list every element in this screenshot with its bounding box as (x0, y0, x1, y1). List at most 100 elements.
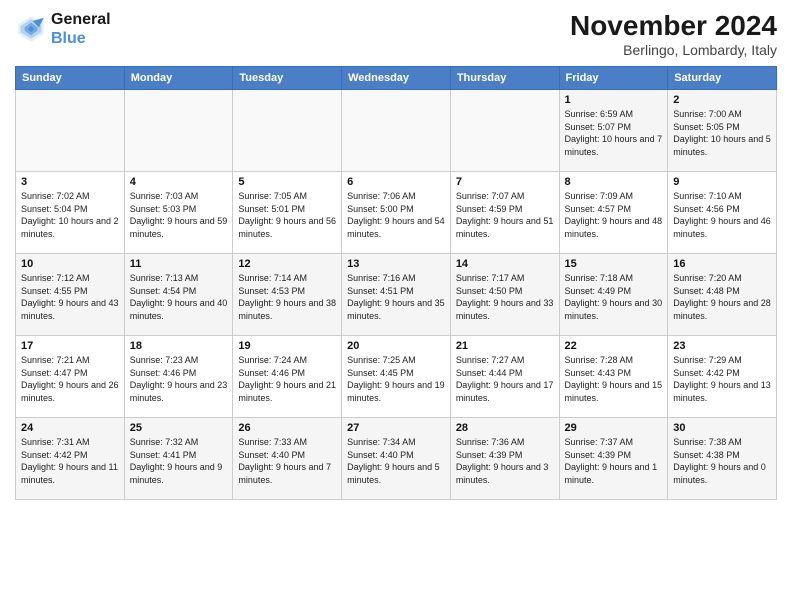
day-info: Sunrise: 7:24 AMSunset: 4:46 PMDaylight:… (238, 354, 336, 404)
day-number: 10 (21, 258, 119, 270)
day-info: Sunrise: 7:10 AMSunset: 4:56 PMDaylight:… (673, 190, 771, 240)
day-number: 25 (130, 422, 228, 434)
day-info: Sunrise: 7:18 AMSunset: 4:49 PMDaylight:… (565, 272, 663, 322)
day-info: Sunrise: 7:27 AMSunset: 4:44 PMDaylight:… (456, 354, 554, 404)
weekday-header-cell: Thursday (450, 67, 559, 90)
weekday-header-cell: Friday (559, 67, 668, 90)
day-number: 7 (456, 176, 554, 188)
calendar-day-cell (342, 90, 451, 172)
day-number: 3 (21, 176, 119, 188)
day-info: Sunrise: 7:20 AMSunset: 4:48 PMDaylight:… (673, 272, 771, 322)
day-info: Sunrise: 7:31 AMSunset: 4:42 PMDaylight:… (21, 436, 119, 486)
weekday-header-cell: Sunday (16, 67, 125, 90)
day-number: 15 (565, 258, 663, 270)
day-info: Sunrise: 7:32 AMSunset: 4:41 PMDaylight:… (130, 436, 228, 486)
day-number: 24 (21, 422, 119, 434)
header: General Blue November 2024 Berlingo, Lom… (15, 10, 777, 58)
day-number: 16 (673, 258, 771, 270)
day-number: 21 (456, 340, 554, 352)
calendar-day-cell: 16 Sunrise: 7:20 AMSunset: 4:48 PMDayligh… (668, 254, 777, 336)
calendar-day-cell: 4Sunrise: 7:03 AMSunset: 5:03 PMDaylight… (124, 172, 233, 254)
calendar-day-cell: 10Sunrise: 7:12 AMSunset: 4:55 PMDayligh… (16, 254, 125, 336)
day-info: Sunrise: 7:09 AMSunset: 4:57 PMDaylight:… (565, 190, 663, 240)
day-number: 1 (565, 94, 663, 106)
calendar-day-cell: 19 Sunrise: 7:24 AMSunset: 4:46 PMDayligh… (233, 336, 342, 418)
calendar-day-cell (450, 90, 559, 172)
page: General Blue November 2024 Berlingo, Lom… (0, 0, 792, 612)
calendar-week-row: 24 Sunrise: 7:31 AMSunset: 4:42 PMDayligh… (16, 418, 777, 500)
month-title: November 2024 (570, 10, 777, 42)
calendar-day-cell: 15 Sunrise: 7:18 AMSunset: 4:49 PMDayligh… (559, 254, 668, 336)
calendar-day-cell (124, 90, 233, 172)
day-number: 22 (565, 340, 663, 352)
calendar-week-row: 10Sunrise: 7:12 AMSunset: 4:55 PMDayligh… (16, 254, 777, 336)
day-number: 17 (21, 340, 119, 352)
day-info: Sunrise: 7:13 AMSunset: 4:54 PMDaylight:… (130, 272, 228, 322)
day-info: Sunrise: 7:02 AMSunset: 5:04 PMDaylight:… (21, 190, 119, 240)
calendar-day-cell: 17Sunrise: 7:21 AMSunset: 4:47 PMDayligh… (16, 336, 125, 418)
calendar-day-cell: 5 Sunrise: 7:05 AMSunset: 5:01 PMDaylight… (233, 172, 342, 254)
day-number: 20 (347, 340, 445, 352)
weekday-header-cell: Saturday (668, 67, 777, 90)
calendar-day-cell: 1 Sunrise: 6:59 AMSunset: 5:07 PMDaylight… (559, 90, 668, 172)
day-info: Sunrise: 6:59 AMSunset: 5:07 PMDaylight:… (565, 108, 663, 158)
calendar-day-cell: 27 Sunrise: 7:34 AMSunset: 4:40 PMDayligh… (342, 418, 451, 500)
day-info: Sunrise: 7:38 AMSunset: 4:38 PMDaylight:… (673, 436, 771, 486)
calendar-day-cell: 26Sunrise: 7:33 AMSunset: 4:40 PMDayligh… (233, 418, 342, 500)
day-info: Sunrise: 7:37 AMSunset: 4:39 PMDaylight:… (565, 436, 663, 486)
day-info: Sunrise: 7:00 AMSunset: 5:05 PMDaylight:… (673, 108, 771, 158)
day-number: 14 (456, 258, 554, 270)
calendar-day-cell: 30 Sunrise: 7:38 AMSunset: 4:38 PMDayligh… (668, 418, 777, 500)
calendar-week-row: 1 Sunrise: 6:59 AMSunset: 5:07 PMDaylight… (16, 90, 777, 172)
weekday-header-cell: Wednesday (342, 67, 451, 90)
day-info: Sunrise: 7:36 AMSunset: 4:39 PMDaylight:… (456, 436, 554, 486)
logo-icon (15, 13, 47, 45)
day-number: 6 (347, 176, 445, 188)
day-info: Sunrise: 7:29 AMSunset: 4:42 PMDaylight:… (673, 354, 771, 404)
day-info: Sunrise: 7:05 AMSunset: 5:01 PMDaylight:… (238, 190, 336, 240)
day-info: Sunrise: 7:34 AMSunset: 4:40 PMDaylight:… (347, 436, 445, 486)
calendar-day-cell: 29 Sunrise: 7:37 AMSunset: 4:39 PMDayligh… (559, 418, 668, 500)
calendar-day-cell: 23Sunrise: 7:29 AMSunset: 4:42 PMDayligh… (668, 336, 777, 418)
day-info: Sunrise: 7:17 AMSunset: 4:50 PMDaylight:… (456, 272, 554, 322)
logo-text: General Blue (51, 10, 111, 48)
day-info: Sunrise: 7:03 AMSunset: 5:03 PMDaylight:… (130, 190, 228, 240)
calendar-day-cell: 11 Sunrise: 7:13 AMSunset: 4:54 PMDayligh… (124, 254, 233, 336)
calendar-week-row: 3 Sunrise: 7:02 AMSunset: 5:04 PMDaylight… (16, 172, 777, 254)
day-number: 8 (565, 176, 663, 188)
day-number: 18 (130, 340, 228, 352)
calendar-day-cell: 13Sunrise: 7:16 AMSunset: 4:51 PMDayligh… (342, 254, 451, 336)
day-number: 5 (238, 176, 336, 188)
day-number: 19 (238, 340, 336, 352)
calendar-day-cell: 14 Sunrise: 7:17 AMSunset: 4:50 PMDayligh… (450, 254, 559, 336)
calendar-day-cell: 12 Sunrise: 7:14 AMSunset: 4:53 PMDayligh… (233, 254, 342, 336)
day-number: 13 (347, 258, 445, 270)
calendar-day-cell: 21 Sunrise: 7:27 AMSunset: 4:44 PMDayligh… (450, 336, 559, 418)
day-info: Sunrise: 7:07 AMSunset: 4:59 PMDaylight:… (456, 190, 554, 240)
day-info: Sunrise: 7:14 AMSunset: 4:53 PMDaylight:… (238, 272, 336, 322)
day-number: 11 (130, 258, 228, 270)
calendar-day-cell: 3 Sunrise: 7:02 AMSunset: 5:04 PMDaylight… (16, 172, 125, 254)
day-number: 29 (565, 422, 663, 434)
calendar-day-cell: 25 Sunrise: 7:32 AMSunset: 4:41 PMDayligh… (124, 418, 233, 500)
calendar-day-cell: 2Sunrise: 7:00 AMSunset: 5:05 PMDaylight… (668, 90, 777, 172)
day-number: 27 (347, 422, 445, 434)
day-number: 26 (238, 422, 336, 434)
calendar-day-cell: 7 Sunrise: 7:07 AMSunset: 4:59 PMDaylight… (450, 172, 559, 254)
calendar-day-cell: 6 Sunrise: 7:06 AMSunset: 5:00 PMDaylight… (342, 172, 451, 254)
day-number: 12 (238, 258, 336, 270)
day-info: Sunrise: 7:06 AMSunset: 5:00 PMDaylight:… (347, 190, 445, 240)
calendar-day-cell: 20 Sunrise: 7:25 AMSunset: 4:45 PMDayligh… (342, 336, 451, 418)
calendar-day-cell: 28Sunrise: 7:36 AMSunset: 4:39 PMDayligh… (450, 418, 559, 500)
weekday-header-cell: Monday (124, 67, 233, 90)
calendar-body: 1 Sunrise: 6:59 AMSunset: 5:07 PMDaylight… (16, 90, 777, 500)
day-number: 30 (673, 422, 771, 434)
calendar-day-cell: 8 Sunrise: 7:09 AMSunset: 4:57 PMDaylight… (559, 172, 668, 254)
calendar-day-cell (16, 90, 125, 172)
day-info: Sunrise: 7:25 AMSunset: 4:45 PMDaylight:… (347, 354, 445, 404)
calendar-week-row: 17Sunrise: 7:21 AMSunset: 4:47 PMDayligh… (16, 336, 777, 418)
calendar-day-cell: 22 Sunrise: 7:28 AMSunset: 4:43 PMDayligh… (559, 336, 668, 418)
calendar-day-cell: 24 Sunrise: 7:31 AMSunset: 4:42 PMDayligh… (16, 418, 125, 500)
day-info: Sunrise: 7:28 AMSunset: 4:43 PMDaylight:… (565, 354, 663, 404)
calendar-day-cell: 18Sunrise: 7:23 AMSunset: 4:46 PMDayligh… (124, 336, 233, 418)
